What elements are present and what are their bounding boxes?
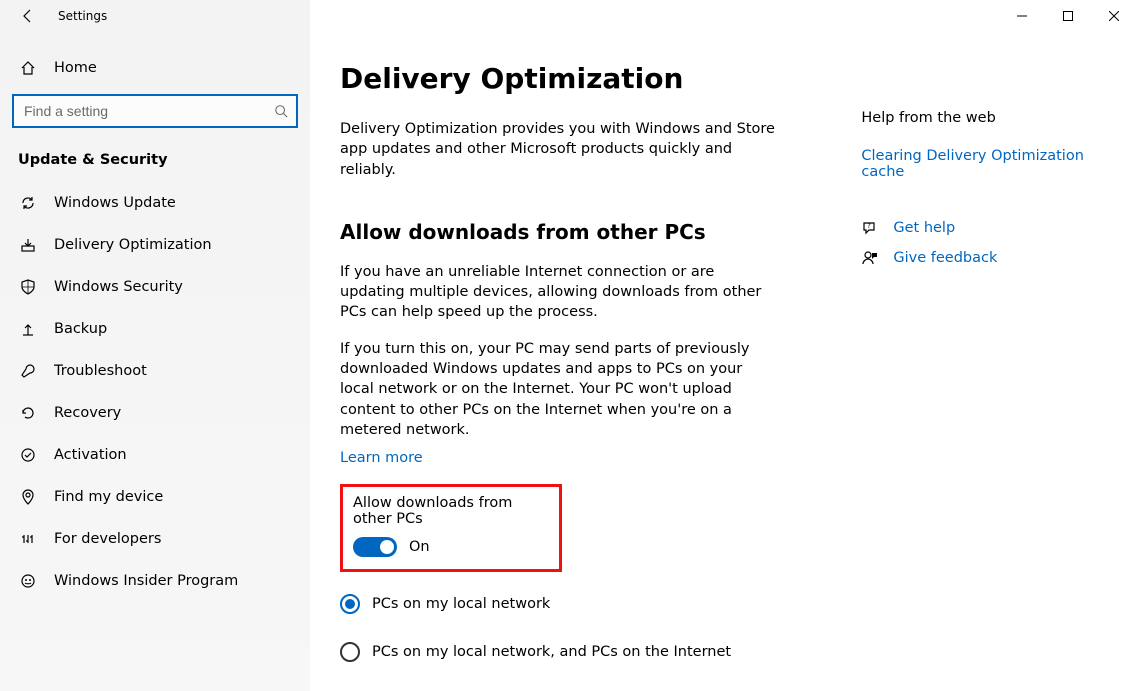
feedback-icon	[861, 250, 879, 266]
help-icon: ?	[861, 220, 879, 236]
delivery-icon	[18, 237, 38, 253]
sidebar-item-label: Windows Update	[54, 195, 176, 211]
back-button[interactable]	[16, 4, 40, 28]
section-heading: Allow downloads from other PCs	[340, 220, 813, 244]
page-title: Delivery Optimization	[340, 62, 813, 95]
radio-label: PCs on my local network	[372, 596, 550, 612]
learn-more-link[interactable]: Learn more	[340, 450, 423, 466]
toggle-state-text: On	[409, 539, 430, 555]
refresh-icon	[18, 195, 38, 211]
sidebar-item-label: For developers	[54, 531, 161, 547]
sidebar-home-label: Home	[54, 60, 97, 76]
sidebar: Home Update & Security Windows Update De…	[0, 32, 310, 691]
sidebar-item-windows-insider[interactable]: Windows Insider Program	[0, 560, 310, 602]
sidebar-home[interactable]: Home	[0, 50, 310, 86]
sidebar-item-label: Delivery Optimization	[54, 237, 212, 253]
svg-text:?: ?	[868, 222, 872, 230]
sidebar-section-title: Update & Security	[0, 146, 310, 182]
sidebar-nav: Windows Update Delivery Optimization Win…	[0, 182, 310, 602]
give-feedback-link[interactable]: Give feedback	[861, 250, 1117, 266]
sidebar-item-windows-update[interactable]: Windows Update	[0, 182, 310, 224]
search-input-field[interactable]	[22, 102, 274, 120]
section-para1: If you have an unreliable Internet conne…	[340, 262, 780, 323]
help-from-web-heading: Help from the web	[861, 110, 1117, 126]
give-feedback-label: Give feedback	[893, 250, 997, 266]
activation-icon	[18, 447, 38, 463]
sidebar-item-for-developers[interactable]: For developers	[0, 518, 310, 560]
sidebar-item-troubleshoot[interactable]: Troubleshoot	[0, 350, 310, 392]
toggle-highlight-box: Allow downloads from other PCs On	[340, 484, 562, 572]
radio-local-and-internet[interactable]: PCs on my local network, and PCs on the …	[340, 642, 813, 662]
window-title: Settings	[58, 9, 107, 23]
radio-local-network[interactable]: PCs on my local network	[340, 594, 813, 614]
aside: Help from the web Clearing Delivery Opti…	[861, 52, 1117, 671]
radio-icon	[340, 642, 360, 662]
sidebar-item-delivery-optimization[interactable]: Delivery Optimization	[0, 224, 310, 266]
sidebar-item-windows-security[interactable]: Windows Security	[0, 266, 310, 308]
window-controls	[999, 0, 1137, 32]
home-icon	[18, 60, 38, 76]
maximize-button[interactable]	[1045, 0, 1091, 32]
shield-icon	[18, 279, 38, 295]
backup-icon	[18, 321, 38, 337]
sidebar-item-recovery[interactable]: Recovery	[0, 392, 310, 434]
troubleshoot-icon	[18, 363, 38, 379]
close-button[interactable]	[1091, 0, 1137, 32]
titlebar: Settings	[0, 0, 1137, 32]
minimize-button[interactable]	[999, 0, 1045, 32]
recovery-icon	[18, 405, 38, 421]
sidebar-item-label: Windows Insider Program	[54, 573, 238, 589]
sidebar-item-label: Troubleshoot	[54, 363, 147, 379]
intro-text: Delivery Optimization provides you with …	[340, 119, 780, 180]
get-help-link[interactable]: ? Get help	[861, 220, 1117, 236]
section-para2: If you turn this on, your PC may send pa…	[340, 339, 780, 440]
sidebar-item-find-my-device[interactable]: Find my device	[0, 476, 310, 518]
radio-label: PCs on my local network, and PCs on the …	[372, 644, 731, 660]
sidebar-item-label: Find my device	[54, 489, 163, 505]
toggle-label: Allow downloads from other PCs	[353, 495, 549, 527]
radio-icon	[340, 594, 360, 614]
sidebar-item-activation[interactable]: Activation	[0, 434, 310, 476]
insider-icon	[18, 573, 38, 589]
search-icon	[274, 104, 288, 118]
sidebar-item-label: Activation	[54, 447, 127, 463]
find-device-icon	[18, 489, 38, 505]
sidebar-item-label: Recovery	[54, 405, 121, 421]
sidebar-item-label: Backup	[54, 321, 107, 337]
search-input[interactable]	[12, 94, 298, 128]
get-help-label: Get help	[893, 220, 955, 236]
allow-downloads-toggle[interactable]	[353, 537, 397, 557]
developers-icon	[18, 531, 38, 547]
sidebar-item-label: Windows Security	[54, 279, 183, 295]
main-content: Delivery Optimization Delivery Optimizat…	[340, 52, 813, 671]
clearing-cache-link[interactable]: Clearing Delivery Optimization cache	[861, 148, 1117, 180]
sidebar-item-backup[interactable]: Backup	[0, 308, 310, 350]
